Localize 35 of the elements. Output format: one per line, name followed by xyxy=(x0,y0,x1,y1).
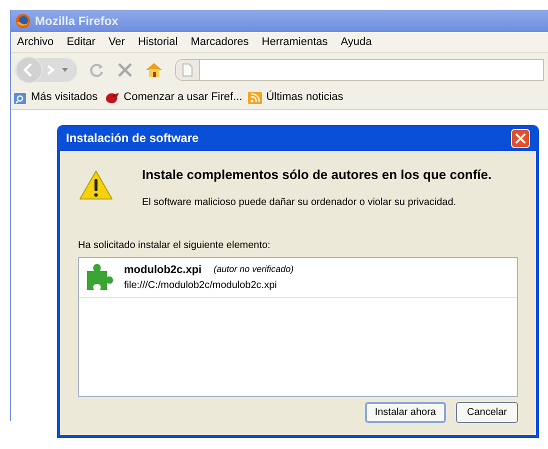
menu-item[interactable]: Marcadores xyxy=(190,34,249,50)
dialog-button[interactable]: Cancelar xyxy=(456,402,518,423)
firefox-logo-icon xyxy=(15,13,31,29)
menu-item[interactable]: Archivo xyxy=(17,34,54,50)
reload-icon[interactable] xyxy=(89,62,105,78)
bookmark-link[interactable]: Comenzar a usar Firef... xyxy=(124,89,242,106)
warning-icon xyxy=(78,169,114,201)
list-item[interactable]: modulob2c.xpi (autor no verificado) file:///C:/modulob2c/modulob2c.xpi xyxy=(79,258,517,298)
menu-item[interactable]: Herramientas xyxy=(262,34,328,50)
page-icon xyxy=(182,62,193,76)
address-field[interactable] xyxy=(175,58,544,80)
dialog-button[interactable]: Instalar ahora xyxy=(364,402,446,423)
menu-item[interactable]: Historial xyxy=(138,34,178,50)
dialog-title: Instalación de software xyxy=(66,130,199,147)
bookmark-link[interactable]: Más visitados xyxy=(31,89,98,106)
bookmark-link[interactable]: Últimas noticias xyxy=(266,89,344,106)
dropdown-caret-icon xyxy=(61,66,69,72)
item-author: (autor no verificado) xyxy=(214,263,294,276)
close-icon[interactable] xyxy=(511,128,530,148)
dialog-message: El software malicioso puede dañar su ordenador o violar su privacidad. xyxy=(142,196,458,210)
dialog-heading: Instale complementos sólo de autores en los que confíe. xyxy=(142,166,492,184)
back-icon xyxy=(15,56,43,84)
window-title: Mozilla Firefox xyxy=(35,13,118,30)
menu-item[interactable]: Ver xyxy=(108,34,125,50)
menu-item[interactable]: Editar xyxy=(66,34,96,50)
menu-item[interactable]: Ayuda xyxy=(340,34,372,50)
stop-icon[interactable] xyxy=(117,62,133,78)
rss-feed-icon xyxy=(248,90,262,104)
back-forward-button[interactable] xyxy=(15,58,77,82)
list-label: Ha solicitado instalar el siguiente elemento: xyxy=(78,238,272,252)
puzzle-piece-icon xyxy=(84,262,114,292)
home-icon[interactable] xyxy=(145,62,163,78)
folder-search-icon xyxy=(13,90,27,104)
item-url: file:///C:/modulob2c/modulob2c.xpi xyxy=(124,279,278,293)
item-name: modulob2c.xpi xyxy=(124,262,202,278)
